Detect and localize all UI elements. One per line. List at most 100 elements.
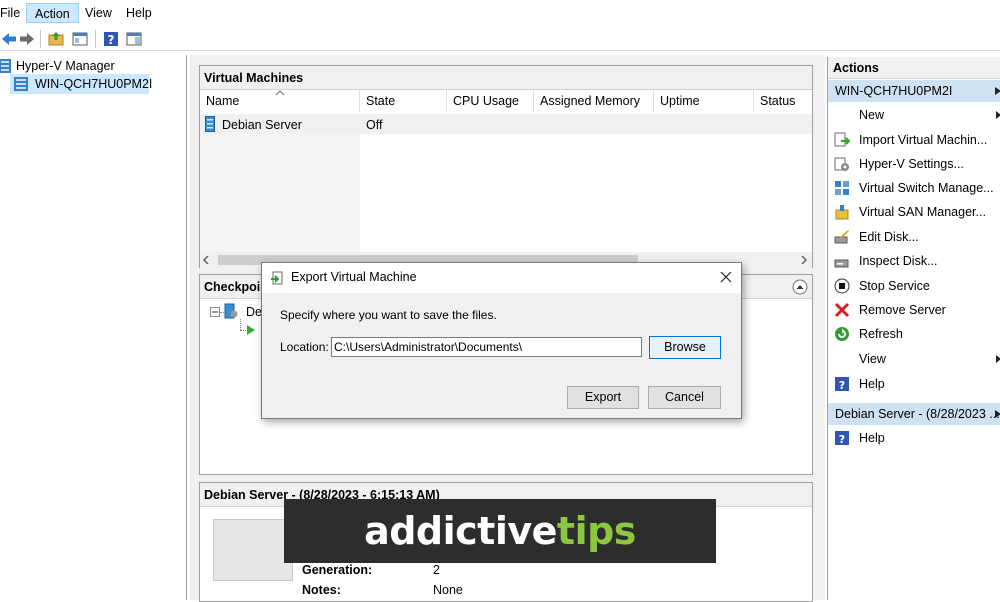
import-vm-icon (834, 132, 850, 147)
action-label: Help (859, 431, 885, 445)
action-remove-server[interactable]: Remove Server (828, 298, 1000, 322)
action-label: Virtual SAN Manager... (859, 205, 986, 219)
toolbar: ? (0, 26, 1000, 51)
generation-value: 2 (433, 563, 440, 577)
menu-help[interactable]: Help (118, 3, 160, 23)
browse-button[interactable]: Browse (649, 336, 721, 359)
settings-icon (834, 157, 849, 171)
collapse-panel-icon[interactable] (792, 279, 808, 295)
export-button[interactable]: Export (567, 386, 639, 409)
actions-title: Actions (828, 57, 1000, 79)
server-section-header[interactable]: WIN-QCH7HU0PM2I (828, 80, 1000, 102)
action-label: Virtual Switch Manage... (859, 181, 994, 195)
help-icon[interactable]: ? (102, 30, 120, 48)
watermark-part-2: tips (556, 509, 637, 553)
location-label: Location: (280, 340, 329, 354)
checkpoint-vm-icon (224, 303, 238, 319)
menu-action[interactable]: Action (26, 3, 79, 23)
action-label: Edit Disk... (859, 230, 919, 244)
now-marker-icon (247, 325, 255, 335)
dialog-instruction: Specify where you want to save the files… (280, 308, 497, 322)
action-virtual-san-manager[interactable]: Virtual SAN Manager... (828, 200, 1000, 224)
tree-server[interactable]: WIN-QCH7HU0PM2I (35, 75, 152, 93)
virtual-san-icon (835, 205, 849, 220)
location-input[interactable] (331, 337, 642, 357)
submenu-arrow-icon (996, 111, 1000, 119)
remove-icon (834, 302, 850, 318)
vm-state: Off (366, 118, 383, 132)
close-icon[interactable] (720, 271, 732, 283)
action-label: Stop Service (859, 279, 930, 293)
action-import-vm[interactable]: Import Virtual Machin... (828, 128, 1000, 152)
column-cpu-usage[interactable]: CPU Usage (447, 90, 534, 112)
menu-bar: File Action View Help (0, 0, 1000, 25)
action-refresh[interactable]: Refresh (828, 322, 1000, 346)
vm-thumbnail (213, 519, 293, 581)
export-vm-icon (271, 271, 283, 285)
cancel-button[interactable]: Cancel (648, 386, 721, 409)
action-vm-help[interactable]: ? Help (828, 426, 1000, 450)
svg-text:?: ? (839, 433, 845, 446)
vm-section-header[interactable]: Debian Server - (8/28/2023 ... (828, 403, 1000, 425)
generation-label: Generation: (302, 563, 373, 577)
vm-name: Debian Server (222, 118, 302, 132)
column-status[interactable]: Status (754, 90, 812, 112)
action-edit-disk[interactable]: Edit Disk... (828, 225, 1000, 249)
menu-file[interactable]: File (0, 3, 28, 23)
action-label: Import Virtual Machin... (859, 133, 988, 147)
edit-disk-icon (834, 230, 849, 244)
hyperv-manager-icon (0, 59, 11, 73)
show-hide-tree-icon[interactable] (71, 30, 89, 48)
action-label: Inspect Disk... (859, 254, 938, 268)
action-stop-service[interactable]: Stop Service (828, 274, 1000, 298)
action-label: Help (859, 377, 885, 391)
toolbar-separator (95, 30, 96, 48)
back-arrow-icon[interactable] (0, 30, 18, 48)
scroll-right-icon[interactable] (800, 256, 808, 264)
action-hyperv-settings[interactable]: Hyper-V Settings... (828, 152, 1000, 176)
watermark-text: addictivetips (284, 499, 716, 563)
tree-hyperv-manager[interactable]: Hyper-V Manager (16, 57, 115, 75)
help-icon: ? (835, 431, 849, 446)
svg-text:?: ? (108, 33, 115, 47)
watermark-part-1: addictive (364, 509, 557, 553)
toolbar-separator (40, 30, 41, 48)
column-assigned-memory[interactable]: Assigned Memory (534, 90, 654, 112)
section-collapse-icon[interactable] (995, 410, 1000, 418)
action-label: Hyper-V Settings... (859, 157, 964, 171)
action-view[interactable]: View (828, 347, 1000, 371)
action-label: Remove Server (859, 303, 946, 317)
refresh-icon (835, 327, 849, 341)
scroll-left-icon[interactable] (202, 256, 210, 264)
export-vm-dialog: Export Virtual Machine Specify where you… (261, 262, 742, 419)
server-icon (14, 77, 28, 91)
column-uptime[interactable]: Uptime (654, 90, 754, 112)
action-virtual-switch-manager[interactable]: Virtual Switch Manage... (828, 176, 1000, 200)
up-folder-icon[interactable] (47, 30, 65, 48)
virtual-machines-title: Virtual Machines (200, 66, 812, 90)
help-icon: ? (835, 377, 849, 392)
notes-value: None (433, 583, 463, 597)
action-new[interactable]: New (828, 103, 1000, 127)
watermark-logo: addictivetips (284, 499, 716, 563)
virtual-machines-panel: Virtual Machines Name State CPU Usage As… (199, 65, 813, 268)
action-help[interactable]: ? Help (828, 372, 1000, 396)
action-inspect-disk[interactable]: Inspect Disk... (828, 249, 1000, 273)
column-state[interactable]: State (360, 90, 447, 112)
section-collapse-icon[interactable] (995, 87, 1000, 95)
name-column-fill (200, 134, 360, 252)
submenu-arrow-icon (996, 355, 1000, 363)
inspect-disk-icon (834, 259, 849, 268)
stop-icon (834, 278, 850, 294)
navigation-tree: Hyper-V Manager WIN-QCH7HU0PM2I (0, 55, 187, 600)
virtual-switch-icon (835, 181, 849, 195)
action-label: Refresh (859, 327, 903, 341)
tree-collapse-icon[interactable] (210, 307, 220, 317)
show-action-pane-icon[interactable] (125, 30, 143, 48)
tree-connector (240, 319, 241, 330)
menu-view[interactable]: View (77, 3, 120, 23)
notes-label: Notes: (302, 583, 341, 597)
svg-text:?: ? (839, 379, 845, 392)
forward-arrow-icon[interactable] (18, 30, 36, 48)
virtual-machine-icon (205, 116, 215, 132)
